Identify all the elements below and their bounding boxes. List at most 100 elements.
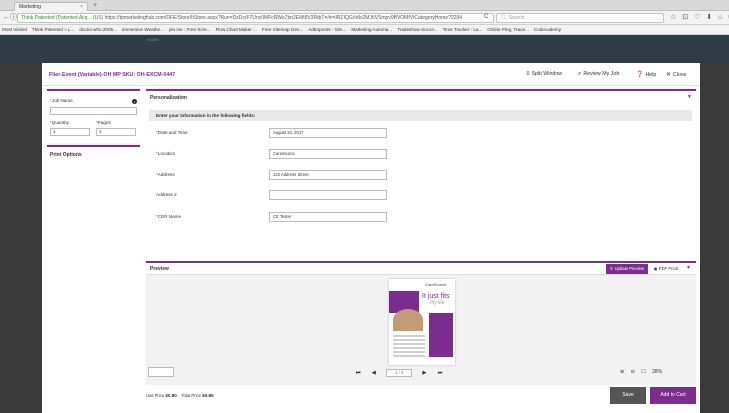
bookmark-item[interactable]: Free Sitemap Gen... bbox=[262, 25, 303, 34]
search-placeholder: Search bbox=[508, 15, 525, 21]
bookmark-item[interactable]: Flow Chart Maker ... bbox=[216, 25, 257, 34]
update-preview-label: Update Preview bbox=[614, 266, 645, 271]
quantity-input[interactable]: 1 bbox=[50, 128, 90, 136]
thumb-logo: CareSource bbox=[425, 282, 447, 287]
personalization-panel: Personalization ▼ Enter your information… bbox=[146, 89, 696, 261]
close-button[interactable]: ✕ Close bbox=[666, 71, 687, 78]
search-icon: 🔍︎ bbox=[501, 15, 509, 21]
tab-close-icon[interactable]: × bbox=[80, 4, 83, 10]
field-label: *Address bbox=[156, 172, 175, 177]
last-page-icon[interactable]: ⏭ bbox=[438, 370, 443, 376]
thumb-sidebar-block bbox=[429, 313, 453, 357]
thumb-text-lines bbox=[393, 335, 425, 359]
magnifier-icon: ⌕ bbox=[578, 71, 582, 77]
fit-page-icon[interactable]: ☐ bbox=[641, 369, 645, 375]
cer-name-input[interactable]: CE Tester bbox=[269, 212, 387, 222]
job-details-box: *Job Name i *Quantity *Pages 1 3 bbox=[47, 89, 140, 143]
location-input[interactable]: Caresource bbox=[269, 149, 387, 159]
job-name-input[interactable] bbox=[50, 107, 137, 115]
info-icon[interactable]: ⓘ bbox=[10, 14, 17, 22]
pdf-proof-button[interactable]: ▣ PDF Proof bbox=[650, 264, 682, 274]
bookmark-item[interactable]: Most Visited bbox=[2, 25, 27, 34]
page-indicator[interactable]: 1 / 3 bbox=[386, 369, 413, 377]
help-icon: ❓ bbox=[636, 72, 644, 78]
split-window-label: Split Window bbox=[531, 71, 563, 77]
bookmark-item[interactable]: Think Patented » L... bbox=[32, 25, 74, 34]
url-path: https://tpmarketinghub.com/DFE/Store/ItS… bbox=[104, 15, 462, 21]
pages-label: *Pages bbox=[96, 120, 111, 125]
add-to-cart-button[interactable]: Add to Cart bbox=[650, 387, 696, 404]
preview-pager: ⏮ ◀ 1 / 3 ▶ ⏭ bbox=[351, 369, 447, 377]
print-options-panel[interactable]: Print Options bbox=[47, 145, 140, 413]
total-price-label: Total Price bbox=[181, 393, 201, 398]
bookmark-item[interactable]: AdExpress - Sim... bbox=[308, 25, 346, 34]
review-job-label: Review My Job bbox=[583, 71, 620, 77]
info-icon[interactable]: i bbox=[132, 99, 137, 104]
unit-price-value: $0.80 bbox=[165, 393, 177, 398]
url-site-label: Think Patented (Patented Acq... (US) bbox=[21, 15, 104, 21]
preview-thumbnail[interactable]: CareSource It just fits my life bbox=[389, 279, 455, 365]
bookmarks-bar: Most Visited Think Patented » L... doctor.… bbox=[0, 25, 729, 35]
total-price-value: $0.80 bbox=[202, 393, 214, 398]
job-sidebar: *Job Name i *Quantity *Pages 1 3 Print O… bbox=[47, 89, 140, 413]
bookmark-item[interactable]: Immersive Weathe... bbox=[122, 25, 164, 34]
tab-title: Marketing bbox=[19, 4, 41, 10]
bookmark-item[interactable]: doctor.who.2005... bbox=[79, 25, 117, 34]
job-editor-modal: Flier-Event (Variable)-OH MP SKU: OH-EXC… bbox=[42, 63, 700, 413]
preview-panel: Preview ↻ Update Preview ▣ PDF Proof ▼ C… bbox=[146, 261, 696, 385]
field-label: *Location bbox=[156, 151, 176, 156]
personalization-instructions: Enter your information in the following … bbox=[149, 110, 692, 121]
home-link[interactable]: HOME bbox=[147, 37, 159, 42]
back-icon[interactable]: ← bbox=[3, 14, 10, 22]
update-preview-button[interactable]: ↻ Update Preview bbox=[606, 264, 648, 274]
url-bar[interactable]: Think Patented (Patented Acq... (US) htt… bbox=[17, 13, 494, 23]
pages-input[interactable]: 3 bbox=[96, 128, 136, 136]
chevron-down-icon[interactable]: ▼ bbox=[687, 94, 692, 100]
page-background-right bbox=[700, 63, 729, 413]
next-page-icon[interactable]: ▶ bbox=[423, 370, 427, 376]
modal-footer: Unit Price $0.80 Total Price $0.80 Save … bbox=[146, 387, 696, 407]
review-job-button[interactable]: ⌕ Review My Job bbox=[578, 71, 619, 78]
address2-input[interactable] bbox=[269, 190, 387, 200]
reload-icon[interactable]: C bbox=[484, 14, 488, 20]
personalization-title: Personalization bbox=[150, 95, 187, 101]
search-input[interactable]: 🔍︎ Search bbox=[496, 13, 664, 23]
page-background-left bbox=[0, 63, 42, 413]
quantity-label: *Quantity bbox=[50, 120, 69, 125]
browser-tab[interactable]: Marketing × bbox=[14, 2, 88, 11]
close-icon: ✕ bbox=[666, 72, 672, 78]
bookmark-item[interactable]: Tradeshow Succe... bbox=[397, 25, 437, 34]
bookmark-item[interactable]: Time Tracker - La... bbox=[443, 25, 483, 34]
field-label: *CER Name bbox=[156, 214, 182, 219]
first-page-icon[interactable]: ⏮ bbox=[356, 370, 361, 376]
chevron-down-icon[interactable]: ▼ bbox=[686, 265, 691, 271]
modal-title: Flier-Event (Variable)-OH MP SKU: OH-EXC… bbox=[49, 72, 176, 78]
date-time-input[interactable]: August 24, 2017 bbox=[269, 128, 387, 138]
close-label: Close bbox=[673, 72, 687, 78]
job-name-label: *Job Name bbox=[50, 98, 73, 103]
site-header: HOME bbox=[0, 35, 729, 63]
save-button[interactable]: Save bbox=[610, 387, 646, 404]
bookmark-item[interactable]: Codecademy bbox=[534, 25, 561, 34]
preview-page-box[interactable] bbox=[148, 367, 174, 377]
zoom-out-icon[interactable]: ⊖ bbox=[631, 369, 635, 375]
bookmark-item[interactable]: Online Ping, Trace... bbox=[487, 25, 529, 34]
thumb-photo bbox=[393, 309, 423, 331]
bookmark-item[interactable]: Marketing Automa... bbox=[351, 25, 392, 34]
field-label: Address 2 bbox=[156, 192, 177, 197]
help-button[interactable]: ❓ Help bbox=[636, 71, 656, 78]
new-tab-button[interactable]: + bbox=[93, 2, 97, 10]
split-window-icon: ≡ bbox=[526, 71, 530, 77]
bookmark-item[interactable]: pin.me : Free Scre... bbox=[169, 25, 211, 34]
thumb-headline: It just fits bbox=[422, 293, 450, 300]
zoom-controls: ⊕ ⊖ ☐ 28% bbox=[620, 369, 667, 375]
address-input[interactable]: 123 Address Street bbox=[269, 170, 387, 180]
browser-tab-bar: Marketing × + bbox=[0, 0, 729, 11]
toolbar-icons[interactable]: ☆ ⊡ ♡ ⬇ ⌂ ⓘ ≡ bbox=[670, 13, 729, 22]
zoom-in-icon[interactable]: ⊕ bbox=[620, 369, 624, 375]
pdf-proof-label: PDF Proof bbox=[658, 266, 679, 271]
thumb-subline: my life bbox=[430, 300, 445, 306]
print-options-label: Print Options bbox=[50, 152, 82, 158]
split-window-button[interactable]: ≡ Split Window bbox=[526, 71, 562, 77]
prev-page-icon[interactable]: ◀ bbox=[372, 370, 376, 376]
